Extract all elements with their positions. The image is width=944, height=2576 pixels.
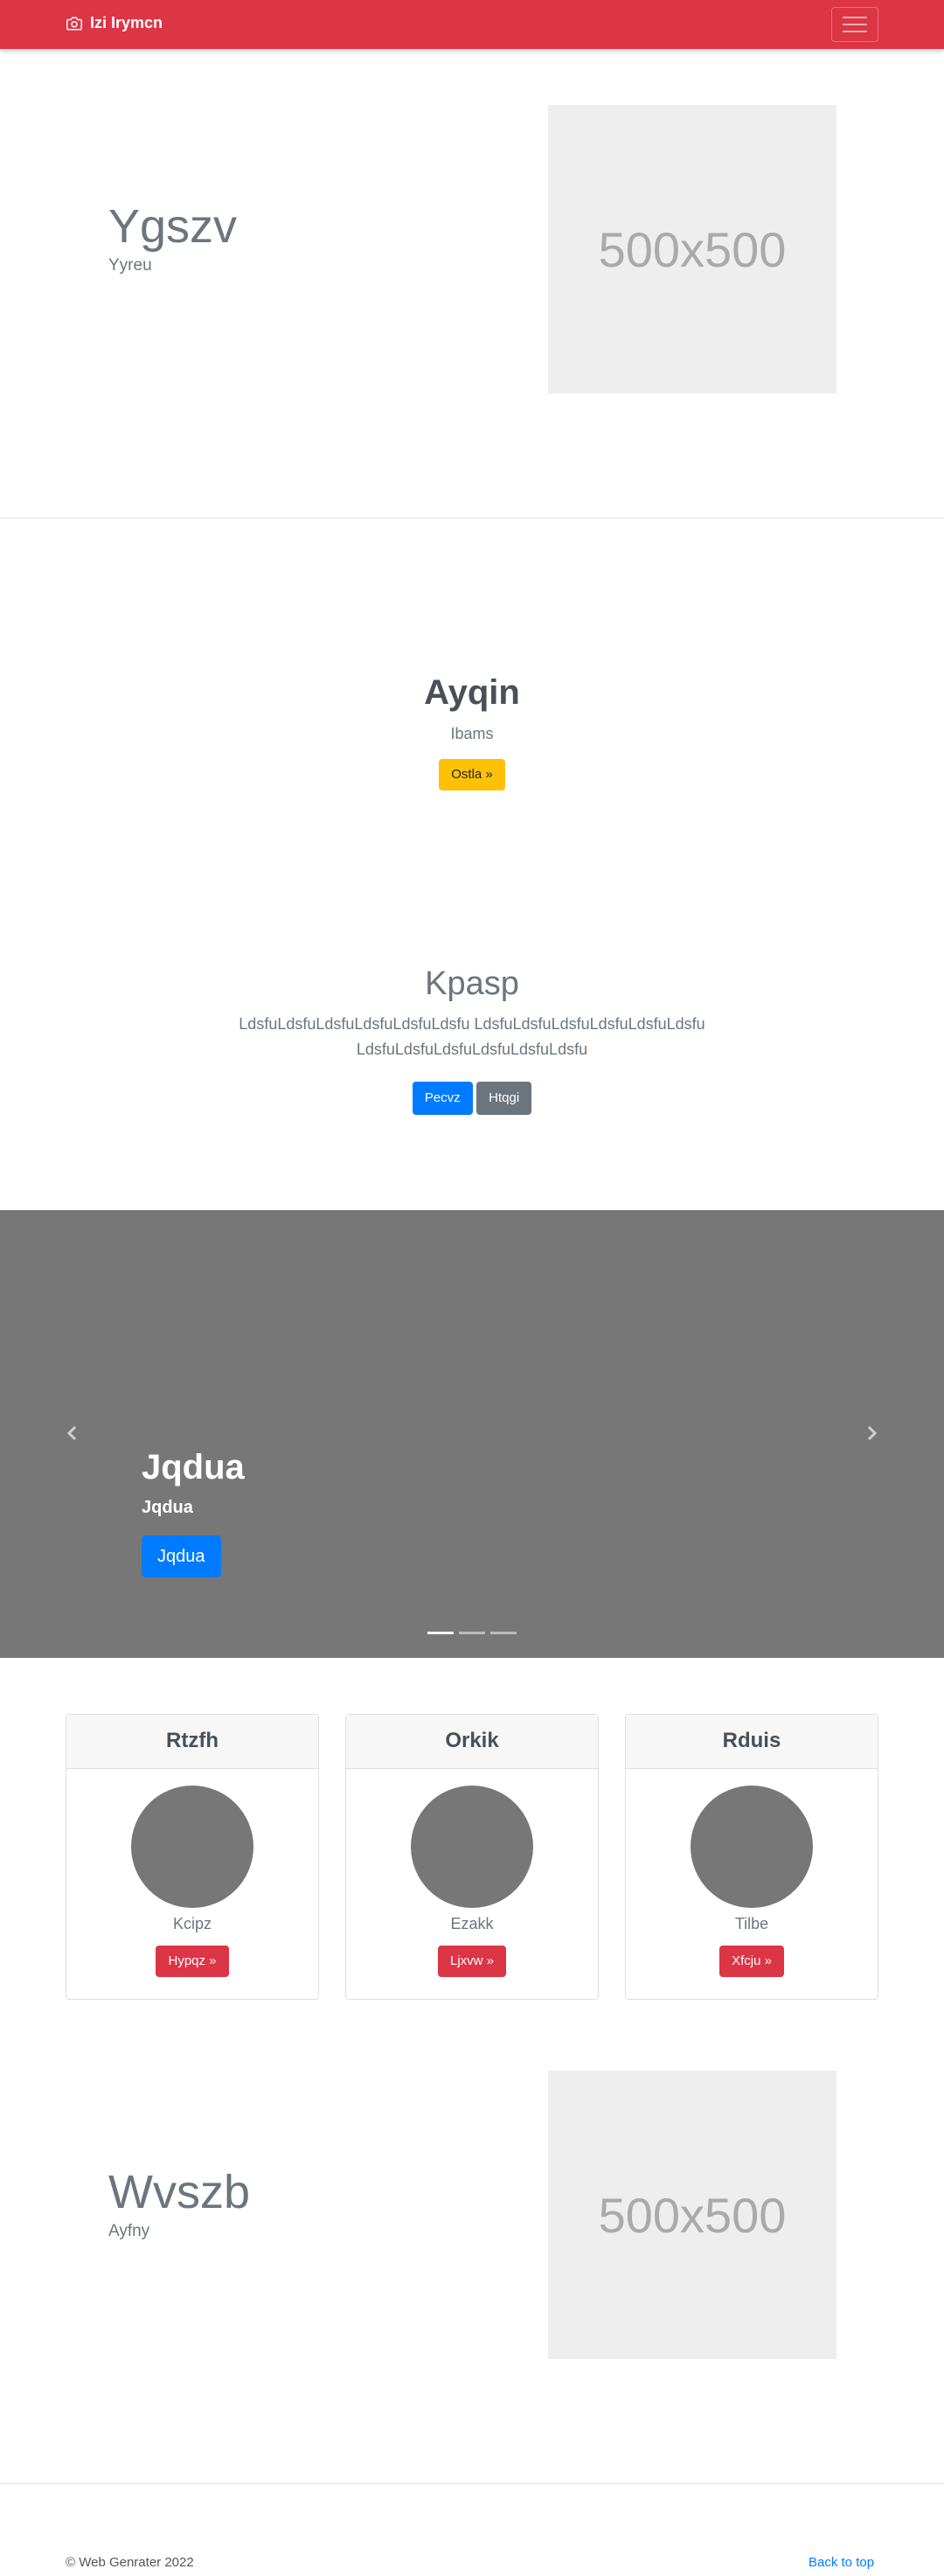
avatar [411,1786,533,1908]
placeholder-image: 500x500 [548,2071,836,2359]
ljxvw-button[interactable]: Ljxvw » [437,1946,507,1977]
carousel-title: Jqdua [142,1448,245,1486]
hamburger-icon-bar [843,17,867,18]
card-text: Ezakk [450,1915,494,1932]
brand-label: Izi Irymcn [90,14,163,31]
featurette-subtitle: Yyreu [108,256,152,275]
carousel-next-button[interactable] [859,1420,885,1446]
album-text: LdsfuLdsfuLdsfuLdsfuLdsfuLdsfu LdsfuLdsf… [239,1015,705,1058]
jumbotron-subtitle: Ibams [450,725,494,742]
avatar [691,1786,813,1908]
carousel-indicator[interactable] [427,1632,454,1634]
carousel-button[interactable]: Jqdua [142,1535,221,1577]
card-text: Kcipz [172,1915,212,1932]
ostla-button[interactable]: Ostla » [439,759,505,790]
jumbotron-section: Ayqin Ibams Ostla » [0,673,944,790]
placeholder-image-label: 500x500 [598,221,787,277]
card-header: Rduis [626,1715,878,1769]
placeholder-image: 500x500 [548,105,836,393]
featurette-title: Wvszb [108,2166,250,2218]
pecvz-button[interactable]: Pecvz [412,1082,473,1115]
card-text: Tilbe [734,1915,769,1932]
chevron-right-icon [867,1425,878,1441]
navbar: Izi Irymcn [0,0,944,49]
section-divider [0,518,944,519]
hamburger-icon-bar [843,24,867,25]
card: Rduis Tilbe Xfcju » [625,1714,878,2000]
htqgi-button[interactable]: Htqgi [476,1082,532,1115]
carousel-indicators [427,1632,517,1634]
featurette-subtitle: Ayfny [108,2222,150,2240]
chevron-left-icon [66,1425,77,1441]
footer-copyright: © Web Genrater 2022 [66,2555,194,2570]
album-title: Kpasp [425,965,519,1002]
card: Rtzfh Kcipz Hypqz » [66,1714,319,2000]
placeholder-image-label: 500x500 [598,2187,787,2243]
back-to-top-link[interactable]: Back to top [809,2555,874,2570]
card-header: Rtzfh [66,1715,318,1769]
card-header: Orkik [346,1715,598,1769]
carousel-indicator[interactable] [490,1632,517,1634]
carousel-caption: Jqdua Jqdua Jqdua [142,1448,245,1577]
section-divider [0,2483,944,2484]
hamburger-icon-bar [843,31,867,32]
album-intro-section: Kpasp LdsfuLdsfuLdsfuLdsfuLdsfuLdsfu Lds… [0,965,944,1115]
card: Orkik Ezakk Ljxvw » [345,1714,599,2000]
jumbotron-title: Ayqin [424,673,520,712]
hypqz-button[interactable]: Hypqz » [156,1946,229,1977]
avatar [131,1786,253,1908]
carousel-prev-button[interactable] [59,1420,85,1446]
camera-icon [66,17,82,30]
carousel: Jqdua Jqdua Jqdua [0,1210,944,1658]
carousel-indicator[interactable] [459,1632,485,1634]
navbar-brand[interactable]: Izi Irymcn [66,14,163,32]
navbar-toggler-button[interactable] [831,7,878,42]
carousel-subtitle: Jqdua [142,1498,193,1517]
xfcju-button[interactable]: Xfcju » [719,1946,784,1977]
featurette-title: Ygszv [108,200,238,253]
